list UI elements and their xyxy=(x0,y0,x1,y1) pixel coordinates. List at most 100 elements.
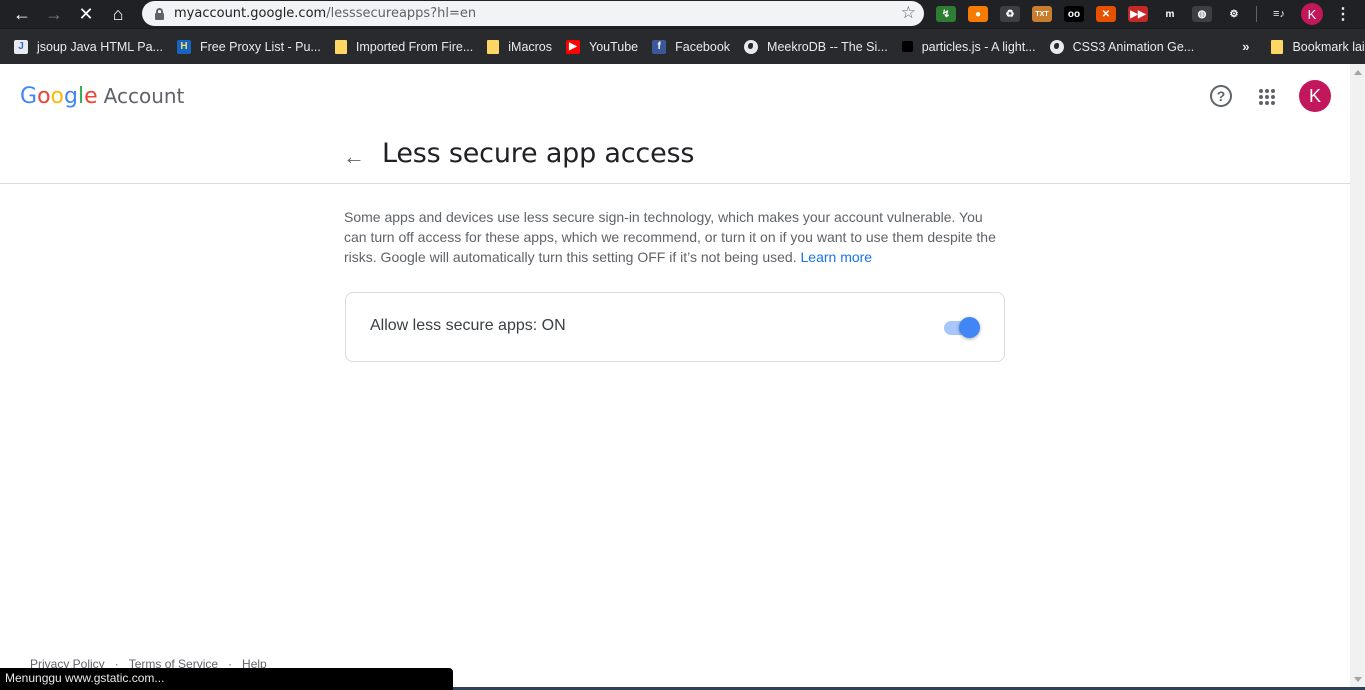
youtube-icon: ▶ xyxy=(566,39,581,54)
arrow-right-icon: → xyxy=(45,3,63,24)
back-arrow-button[interactable]: ← xyxy=(343,144,365,170)
lock-icon xyxy=(154,7,164,20)
idm-icon[interactable]: ↯ xyxy=(936,6,956,22)
bookmark-label: jsoup Java HTML Pa... xyxy=(37,39,163,54)
account-label: Account xyxy=(103,84,185,108)
folder-icon xyxy=(1271,39,1284,54)
facebook-icon: f xyxy=(652,39,667,54)
bucket-ext-icon[interactable]: ◍ xyxy=(1192,6,1212,22)
logo-letter: G xyxy=(20,84,38,109)
browser-toolbar: ← → ✕ ⌂ myaccount.google.com/lesssecurea… xyxy=(0,0,1365,28)
bookmark-item[interactable]: f Facebook xyxy=(652,39,731,54)
logo-letter: o xyxy=(50,84,64,109)
proxy-h-icon: H xyxy=(176,39,191,54)
allow-less-secure-apps-toggle[interactable] xyxy=(943,315,983,339)
bookmark-star-icon[interactable]: ☆ xyxy=(901,3,916,23)
url-path: /lesssecureapps?hl=en xyxy=(326,6,477,21)
bookmark-item[interactable]: iMacros xyxy=(487,39,553,54)
bookmark-label: particles.js - A light... xyxy=(921,39,1036,54)
scroll-up-arrow-icon[interactable] xyxy=(1354,70,1362,75)
apps-grid-dot xyxy=(1259,95,1263,99)
apps-grid-dot xyxy=(1271,95,1275,99)
m-ext-icon[interactable]: m xyxy=(1160,6,1180,22)
bookmark-label: Imported From Fire... xyxy=(355,39,474,54)
bookmark-item[interactable]: CSS3 Animation Ge... xyxy=(1049,39,1195,54)
recycle-icon[interactable]: ♻ xyxy=(1000,6,1020,22)
arrow-left-icon: ← xyxy=(343,144,365,169)
toolbar-separator xyxy=(1256,6,1257,22)
stop-button[interactable]: ✕ xyxy=(70,0,102,28)
bookmark-item[interactable]: particles.js - A light... xyxy=(901,39,1036,54)
learn-more-link[interactable]: Learn more xyxy=(801,249,873,265)
gear-ext-icon[interactable]: ⚙ xyxy=(1224,6,1244,22)
logo-letter: g xyxy=(64,84,78,109)
account-avatar[interactable]: K xyxy=(1299,80,1331,112)
address-bar[interactable]: myaccount.google.com/lesssecureapps?hl=e… xyxy=(142,1,924,26)
header-divider xyxy=(0,183,1350,184)
apps-grid-dot xyxy=(1259,89,1263,93)
scroll-down-arrow-icon[interactable] xyxy=(1354,677,1362,682)
folder-icon xyxy=(487,39,500,54)
description-text: Some apps and devices use less secure si… xyxy=(344,209,996,265)
page-content: Google Account ? K ← Less secure app acc… xyxy=(0,64,1350,690)
back-button[interactable]: ← xyxy=(6,0,38,28)
logo-letter: o xyxy=(37,84,51,109)
status-bar: Menunggu www.gstatic.com... xyxy=(0,668,453,690)
more-bookmarks-button[interactable]: » xyxy=(1242,39,1249,54)
media-control-icon[interactable]: ≡♪ xyxy=(1269,6,1289,22)
bookmark-label: CSS3 Animation Ge... xyxy=(1072,39,1195,54)
particles-icon xyxy=(901,41,913,52)
globe-icon xyxy=(744,39,759,54)
help-icon: ? xyxy=(1216,88,1226,104)
bookmark-item[interactable]: Jjsoup Java HTML Pa... xyxy=(14,39,163,54)
folder-icon xyxy=(334,39,347,54)
bookmark-label: Bookmark lain xyxy=(1292,39,1365,54)
globe-icon xyxy=(1049,39,1064,54)
home-icon: ⌂ xyxy=(112,3,124,24)
google-account-logo[interactable]: Google Account xyxy=(20,82,184,109)
bookmark-item[interactable]: MeekroDB -- The Si... xyxy=(744,39,888,54)
google-apps-button[interactable] xyxy=(1259,89,1275,105)
extensions-bar: ↯ ● ♻ TXT oo ✕ ▶▶ m ◍ ⚙ ≡♪ K ⋮ xyxy=(930,0,1353,28)
home-button[interactable]: ⌂ xyxy=(102,0,134,28)
apps-grid-dot xyxy=(1271,89,1275,93)
avatar-initial: K xyxy=(1308,85,1321,106)
bookmark-label: Facebook xyxy=(675,39,731,54)
url-text[interactable]: myaccount.google.com/lesssecureapps?hl=e… xyxy=(174,6,476,21)
other-bookmarks-folder[interactable]: Bookmark lain xyxy=(1271,39,1365,54)
oo-ext-icon[interactable]: oo xyxy=(1064,6,1084,22)
apps-grid-dot xyxy=(1259,101,1263,105)
forward-button[interactable]: → xyxy=(38,0,70,28)
toggle-knob[interactable] xyxy=(959,317,980,338)
setting-label: Allow less secure apps: ON xyxy=(370,317,566,334)
close-icon: ✕ xyxy=(78,3,94,24)
bookmark-item[interactable]: Imported From Fire... xyxy=(334,39,474,54)
cookie-txt-icon[interactable]: TXT xyxy=(1032,6,1052,22)
logo-letter: e xyxy=(84,84,98,109)
cross-ext-icon[interactable]: ✕ xyxy=(1096,6,1116,22)
bookmark-label: iMacros xyxy=(508,39,553,54)
apps-grid-dot xyxy=(1265,89,1269,93)
setting-card: Allow less secure apps: ON xyxy=(345,292,1005,362)
bookmark-label: YouTube xyxy=(589,39,639,54)
apps-grid-dot xyxy=(1265,101,1269,105)
bookmark-item[interactable]: ▶ YouTube xyxy=(566,39,639,54)
vertical-scrollbar[interactable] xyxy=(1350,64,1365,690)
forward-ext-icon[interactable]: ▶▶ xyxy=(1128,6,1148,22)
page-title: Less secure app access xyxy=(382,138,695,169)
bookmark-label: MeekroDB -- The Si... xyxy=(767,39,888,54)
description: Some apps and devices use less secure si… xyxy=(344,207,1008,267)
puzzle-ext-icon[interactable]: ● xyxy=(968,6,988,22)
bookmark-label: Free Proxy List - Pu... xyxy=(199,39,321,54)
bookmarks-bar: Jjsoup Java HTML Pa... H Free Proxy List -… xyxy=(0,28,1365,64)
arrow-left-icon: ← xyxy=(13,3,31,24)
help-button[interactable]: ? xyxy=(1210,85,1232,107)
apps-grid-dot xyxy=(1271,101,1275,105)
url-host: myaccount.google.com xyxy=(174,6,327,21)
apps-grid-dot xyxy=(1265,95,1269,99)
browser-profile-avatar[interactable]: K xyxy=(1301,3,1323,25)
bookmark-item[interactable]: H Free Proxy List - Pu... xyxy=(176,39,321,54)
jsoup-icon: J xyxy=(14,39,28,54)
google-wordmark: Google xyxy=(20,82,98,109)
browser-menu-icon[interactable]: ⋮ xyxy=(1333,4,1353,24)
